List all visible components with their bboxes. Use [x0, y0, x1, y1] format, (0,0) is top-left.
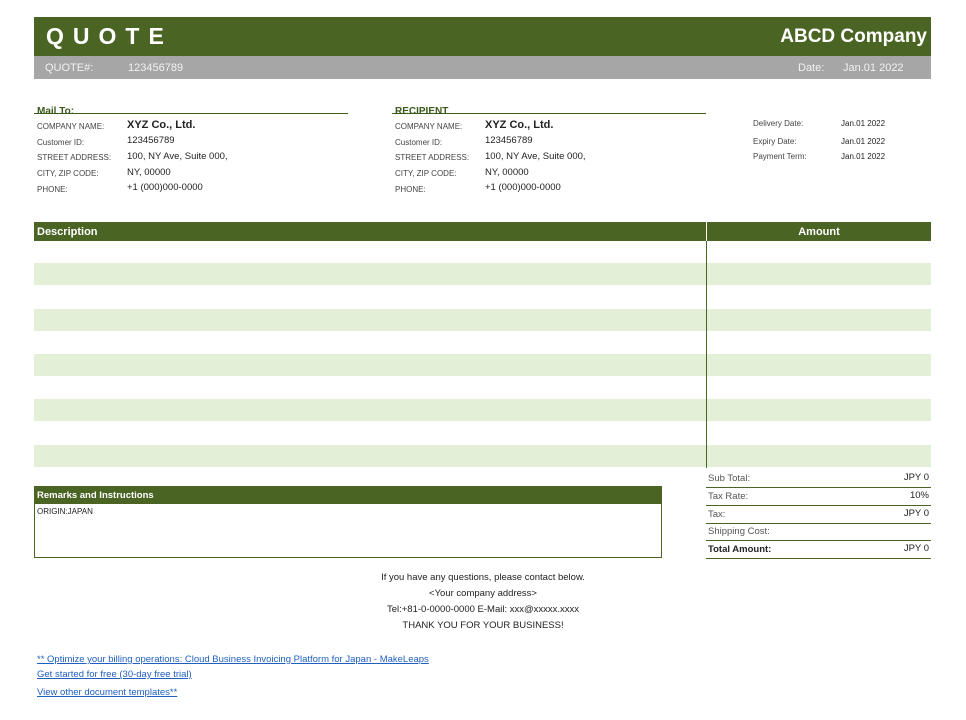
recipient-phone-label: PHONE: — [395, 185, 426, 194]
mail-to-title: Mail To: — [37, 101, 74, 119]
subtotal-label: Sub Total: — [708, 473, 751, 484]
remarks-text[interactable]: ORIGIN:JAPAN — [37, 507, 93, 516]
mail-company-label: COMPANY NAME: — [37, 122, 105, 131]
items-table-header: Description Amount — [34, 222, 931, 241]
mail-phone-label: PHONE: — [37, 185, 68, 194]
table-row[interactable] — [34, 263, 931, 285]
table-row[interactable] — [34, 309, 931, 331]
tax-rate-value: 10% — [909, 490, 929, 501]
mail-customer-label: Customer ID: — [37, 138, 85, 147]
items-table: Description Amount — [34, 222, 931, 468]
company-name: ABCD Company — [780, 26, 927, 47]
mail-to-divider — [34, 113, 348, 114]
tax-value: JPY 0 — [903, 508, 929, 519]
recipient-street-value: 100, NY Ave, Suite 000, — [485, 151, 586, 162]
tax-rate-label: Tax Rate: — [708, 491, 749, 502]
remarks-box: Remarks and Instructions ORIGIN:JAPAN — [34, 486, 662, 558]
quote-header-bar: QUOTE ABCD Company — [34, 17, 931, 56]
document-title: QUOTE — [46, 23, 173, 49]
footer-contact: If you have any questions, please contac… — [0, 570, 966, 634]
subtotal-value: JPY 0 — [903, 472, 929, 483]
expiry-date-value: Jan.01 2022 — [841, 137, 886, 146]
recipient-divider — [392, 113, 706, 114]
total-value: JPY 0 — [903, 543, 929, 554]
table-row[interactable] — [34, 399, 931, 421]
mail-city-label: CITY, ZIP CODE: — [37, 169, 99, 178]
recipient-title-text: RECIPIENT — [395, 106, 449, 117]
recipient-title: RECIPIENT — [395, 101, 448, 119]
delivery-date-label: Delivery Date: — [753, 119, 804, 128]
footer-questions: If you have any questions, please contac… — [381, 572, 585, 583]
mail-street-value: 100, NY Ave, Suite 000, — [127, 151, 228, 162]
shipping-label: Shipping Cost: — [708, 526, 770, 537]
mail-city-value: NY, 00000 — [127, 167, 171, 178]
remarks-header: Remarks and Instructions — [35, 487, 661, 504]
total-row: Total Amount: JPY 0 — [706, 540, 931, 559]
amount-header: Amount — [798, 226, 840, 238]
quote-number-value: 123456789 — [128, 62, 184, 74]
payment-term-label: Payment Term: — [753, 152, 807, 161]
templates-link[interactable]: View other document templates** — [37, 687, 177, 698]
recipient-city-label: CITY, ZIP CODE: — [395, 169, 457, 178]
makeleaps-link[interactable]: ** Optimize your billing operations: Clo… — [37, 654, 429, 665]
mail-company-value: XYZ Co., Ltd. — [127, 119, 196, 131]
mail-customer-value: 123456789 — [127, 135, 175, 146]
expiry-date-label: Expiry Date: — [753, 137, 797, 146]
mail-street-label: STREET ADDRESS: — [37, 153, 112, 162]
subtotal-row: Sub Total: JPY 0 — [706, 469, 931, 488]
mail-phone-value: +1 (000)000-0000 — [127, 182, 203, 193]
tax-rate-row: Tax Rate: 10% — [706, 487, 931, 506]
quote-number-label: QUOTE#: — [45, 62, 94, 74]
recipient-company-label: COMPANY NAME: — [395, 122, 463, 131]
recipient-customer-value: 123456789 — [485, 135, 533, 146]
footer-contact-info: Tel:+81-0-0000-0000 E-Mail: xxx@xxxxx.xx… — [386, 604, 580, 615]
amount-header-separator — [706, 222, 707, 241]
description-header: Description — [37, 226, 98, 238]
footer-thanks: THANK YOU FOR YOUR BUSINESS! — [402, 620, 564, 631]
recipient-block: COMPANY NAME: XYZ Co., Ltd. Customer ID:… — [395, 118, 705, 198]
tax-label: Tax: — [708, 509, 726, 520]
mail-to-block: COMPANY NAME: XYZ Co., Ltd. Customer ID:… — [37, 118, 347, 198]
recipient-customer-label: Customer ID: — [395, 138, 443, 147]
recipient-street-label: STREET ADDRESS: — [395, 153, 470, 162]
amount-column-divider — [706, 241, 707, 468]
free-trial-link[interactable]: Get started for free (30-day free trial) — [37, 669, 192, 680]
recipient-city-value: NY, 00000 — [485, 167, 529, 178]
recipient-phone-value: +1 (000)000-0000 — [485, 182, 561, 193]
shipping-row: Shipping Cost: — [706, 522, 931, 541]
payment-term-value: Jan.01 2022 — [841, 152, 886, 161]
recipient-company-value: XYZ Co., Ltd. — [485, 119, 554, 131]
table-row[interactable] — [34, 354, 931, 376]
dates-block: Delivery Date: Jan.01 2022 Expiry Date: … — [753, 117, 923, 167]
delivery-date-value: Jan.01 2022 — [841, 119, 886, 128]
date-value: Jan.01 2022 — [843, 62, 904, 74]
mail-to-title-text: Mail To: — [37, 106, 75, 117]
date-label: Date: — [798, 62, 825, 74]
quote-info-bar: QUOTE#: 123456789 Date: Jan.01 2022 — [34, 56, 931, 79]
total-label: Total Amount: — [708, 544, 772, 555]
remarks-title: Remarks and Instructions — [37, 490, 154, 501]
table-row[interactable] — [34, 445, 931, 467]
footer-address: <Your company address> — [429, 588, 537, 599]
